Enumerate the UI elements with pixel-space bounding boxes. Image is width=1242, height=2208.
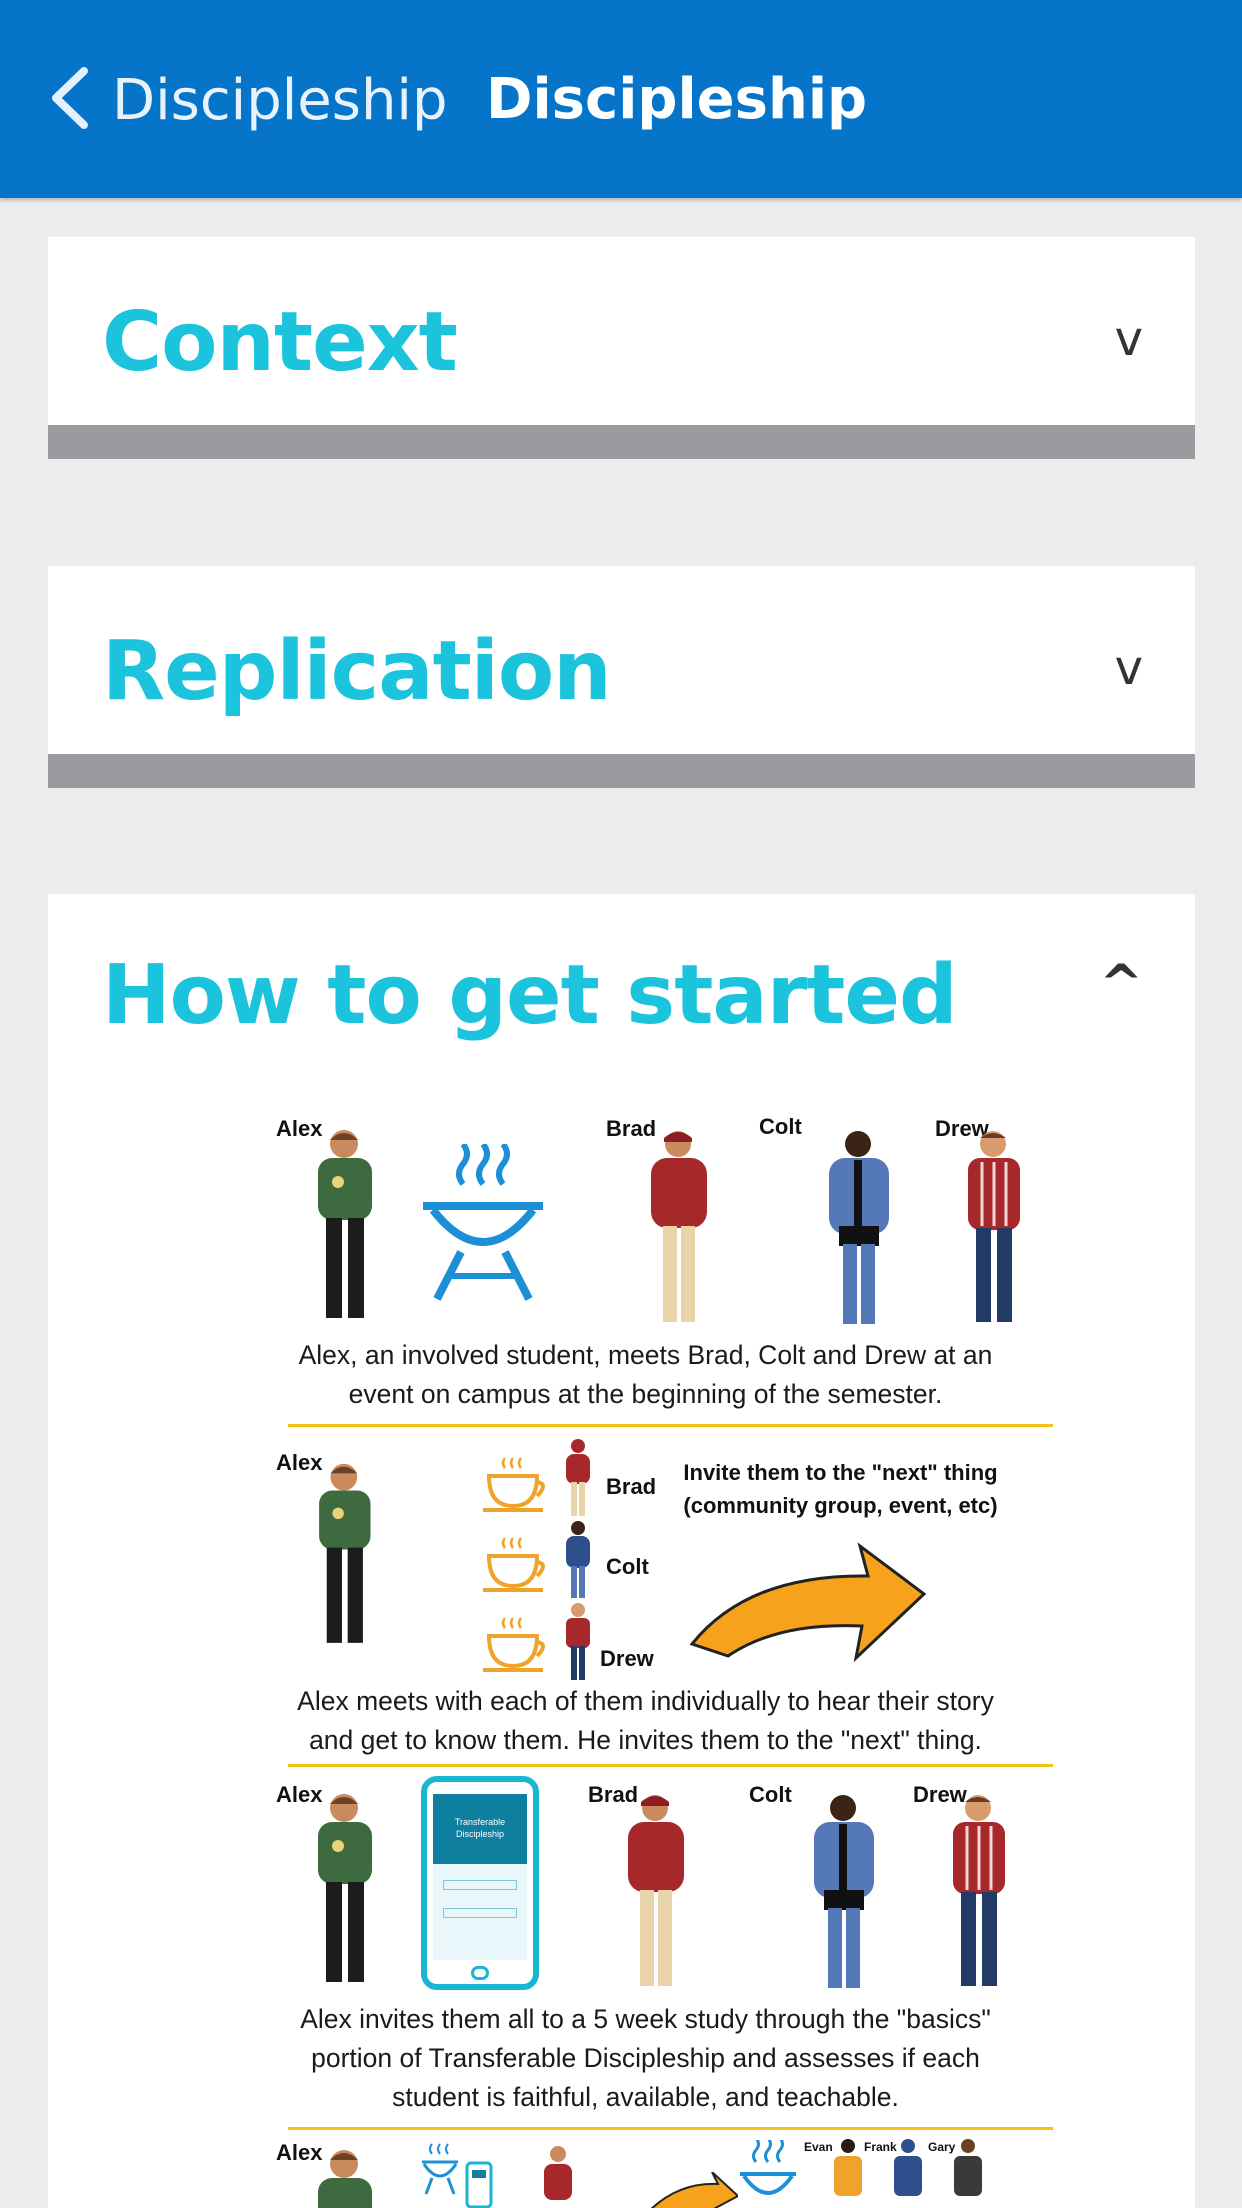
panel-divider [288,2127,1053,2130]
grill-icon [740,2140,796,2195]
caption-line: and get to know them. He invites them to… [309,1725,982,1755]
person-alex-illustration [318,1794,372,1982]
arrow-right-icon [650,2172,738,2208]
grill-icon [423,1144,543,1301]
caption-line: Alex meets with each of them individuall… [297,1686,994,1716]
person-label: Drew [600,1646,654,1671]
app-bar: Discipleship Discipleship [0,0,1242,198]
person-brad-illustration [628,1795,684,1986]
infographic-panel-1: Alex Brad Colt Drew Alex, an involved st… [238,1104,1053,1409]
person-label: Colt [606,1554,649,1579]
invite-text: Invite them to the "next" thing (communi… [638,1456,1043,1522]
chevron-down-icon[interactable]: v [1115,311,1143,367]
panel-caption: Alex invites them all to a 5 week study … [238,2000,1053,2117]
person-drew-illustration [953,1795,1005,1986]
section-footer-bar [48,425,1195,459]
back-button[interactable]: Discipleship [46,60,448,140]
section-title: How to get started [102,948,958,1043]
person-alex-illustration [318,2150,372,2208]
caption-line: Alex, an involved student, meets Brad, C… [298,1340,993,1370]
panel-divider [288,1764,1053,1767]
person-colt-illustration [829,1131,889,1324]
section-context[interactable]: Context v [48,237,1195,459]
back-label: Discipleship [112,67,448,133]
panel-caption: Alex, an involved student, meets Brad, C… [238,1336,1053,1414]
person-label: Evan [804,2140,833,2154]
coffee-cup-icon [483,1457,545,1512]
person-frank-mini [894,2139,922,2196]
infographic-panel-3: Alex Brad Colt Drew Transferable Discipl… [238,1768,1053,2128]
phone-icon [465,2161,493,2208]
person-brad-mini [566,1439,590,1516]
section-how-to-get-started[interactable]: How to get started ^ Alex Brad Colt Drew [48,894,1195,2208]
phone-button-shape [443,1908,517,1918]
person-label: Colt [749,1782,792,1807]
arrow-right-icon [689,1542,927,1663]
chevron-down-icon[interactable]: v [1115,640,1143,696]
caption-line: event on campus at the beginning of the … [348,1379,943,1409]
coffee-cup-icon [483,1617,545,1672]
chevron-up-icon[interactable]: ^ [1099,954,1143,1014]
caption-line: Alex invites them all to a 5 week study … [300,2004,991,2034]
person-drew-illustration [968,1131,1020,1322]
person-alex-illustration [319,1463,371,1643]
section-footer-bar [48,754,1195,788]
phone-screen-header: Transferable Discipleship [433,1794,527,1864]
panel-divider [288,1424,1053,1427]
person-drew-mini [566,1603,590,1680]
invite-line: (community group, event, etc) [683,1493,998,1518]
section-title: Context [102,295,458,390]
section-title: Replication [102,624,612,719]
phone-home-button [471,1966,489,1980]
chevron-left-icon [46,65,92,136]
section-replication[interactable]: Replication v [48,566,1195,788]
person-colt-illustration [814,1795,874,1988]
person-alex-illustration [318,1130,372,1318]
person-label: Colt [759,1114,802,1139]
infographic-panel-2: Alex Brad Colt Drew Invite them to the "… [238,1434,1053,1764]
person-brad-illustration [651,1131,707,1322]
person-gary-mini [954,2139,982,2196]
infographic-panel-4: Alex Evan Frank Gary [238,2132,1053,2208]
coffee-cup-icon [483,1537,545,1592]
invite-line: Invite them to the "next" thing [683,1460,998,1485]
person-brad-mini [544,2146,572,2200]
grill-icon [422,2143,458,2195]
phone-screen: Transferable Discipleship [433,1794,527,1960]
phone-button-shape [443,1880,517,1890]
phone-illustration: Transferable Discipleship [421,1776,539,1990]
person-colt-mini [566,1521,590,1598]
panel-caption: Alex meets with each of them individuall… [238,1682,1053,1760]
caption-line: student is faithful, available, and teac… [392,2082,899,2112]
person-evan-mini [834,2139,862,2196]
phone-text: Transferable [454,1817,506,1827]
caption-line: portion of Transferable Discipleship and… [311,2043,980,2073]
page-title: Discipleship [486,67,868,132]
phone-text: Discipleship [455,1829,505,1839]
how-to-get-started-infographic: Alex Brad Colt Drew Alex, an involved st… [238,1104,1053,2208]
